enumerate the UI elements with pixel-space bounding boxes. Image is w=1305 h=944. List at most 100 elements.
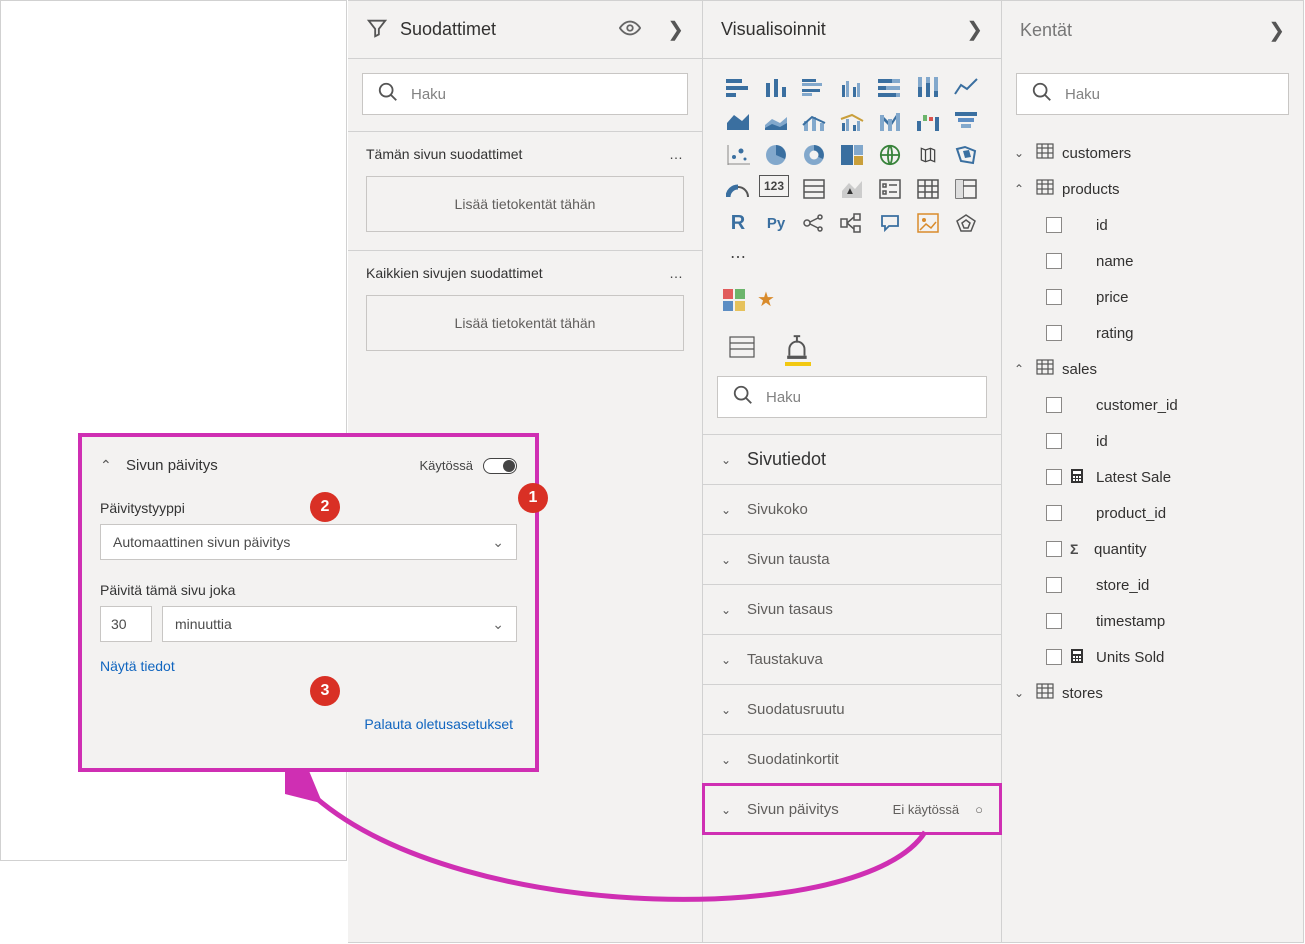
section-page-alignment[interactable]: ⌄ Sivun tasaus bbox=[703, 584, 1001, 634]
viz-stacked-column-icon[interactable] bbox=[759, 73, 793, 101]
field-sales-product-id[interactable]: product_id bbox=[1008, 495, 1303, 531]
checkbox[interactable] bbox=[1046, 397, 1062, 413]
field-products-id[interactable]: id bbox=[1008, 207, 1303, 243]
viz-filled-map-icon[interactable] bbox=[911, 141, 945, 169]
annotation-badge-3: 3 bbox=[310, 676, 340, 706]
format-search-input[interactable]: Haku bbox=[717, 376, 987, 418]
viz-line-icon[interactable] bbox=[949, 73, 983, 101]
collapse-filters-icon[interactable]: ❯ bbox=[667, 17, 684, 42]
viz-shape-map-icon[interactable] bbox=[949, 141, 983, 169]
visibility-icon[interactable] bbox=[619, 17, 641, 42]
table-sales[interactable]: ⌃ sales bbox=[1008, 351, 1303, 387]
filters-search-input[interactable]: Haku bbox=[362, 73, 688, 115]
field-sales-id[interactable]: id bbox=[1008, 423, 1303, 459]
viz-line-clustered-icon[interactable] bbox=[835, 107, 869, 135]
viz-funnel-icon[interactable] bbox=[949, 107, 983, 135]
checkbox[interactable] bbox=[1046, 505, 1062, 521]
field-products-price[interactable]: price bbox=[1008, 279, 1303, 315]
viz-multi-card-icon[interactable] bbox=[797, 175, 831, 203]
section-page-size[interactable]: ⌄ Sivukoko bbox=[703, 484, 1001, 534]
viz-area-icon[interactable] bbox=[721, 107, 755, 135]
viz-stacked-area-icon[interactable] bbox=[759, 107, 793, 135]
field-products-rating[interactable]: rating bbox=[1008, 315, 1303, 351]
checkbox[interactable] bbox=[1046, 289, 1062, 305]
viz-clustered-column-icon[interactable] bbox=[835, 73, 869, 101]
visualization-picker: 123 ▲ R Py ⋯ bbox=[703, 59, 1001, 281]
checkbox[interactable] bbox=[1046, 433, 1062, 449]
checkbox[interactable] bbox=[1046, 217, 1062, 233]
viz-decomposition-icon[interactable] bbox=[835, 209, 869, 237]
field-sales-customer-id[interactable]: customer_id bbox=[1008, 387, 1303, 423]
checkbox[interactable] bbox=[1046, 649, 1062, 665]
checkbox[interactable] bbox=[1046, 577, 1062, 593]
field-products-name[interactable]: name bbox=[1008, 243, 1303, 279]
viz-python-icon[interactable]: Py bbox=[759, 209, 793, 237]
viz-clustered-bar-icon[interactable] bbox=[797, 73, 831, 101]
page-refresh-toggle[interactable] bbox=[483, 458, 517, 474]
collapse-fields-icon[interactable]: ❯ bbox=[1268, 18, 1285, 43]
marketplace-row: ★ bbox=[703, 281, 1001, 326]
viz-ribbon-icon[interactable] bbox=[873, 107, 907, 135]
section-filter-pane[interactable]: ⌄ Suodatusruutu bbox=[703, 684, 1001, 734]
section-wallpaper[interactable]: ⌄ Taustakuva bbox=[703, 634, 1001, 684]
page-filters-dropzone[interactable]: Lisää tietokentät tähän bbox=[366, 176, 684, 232]
checkbox[interactable] bbox=[1046, 253, 1062, 269]
viz-line-column-icon[interactable] bbox=[797, 107, 831, 135]
viz-100-column-icon[interactable] bbox=[911, 73, 945, 101]
format-tab-icon[interactable] bbox=[783, 332, 813, 362]
field-sales-latest-sale[interactable]: Latest Sale bbox=[1008, 459, 1303, 495]
viz-gauge-icon[interactable] bbox=[721, 175, 755, 203]
viz-scatter-icon[interactable] bbox=[721, 141, 755, 169]
all-pages-filters-dropzone[interactable]: Lisää tietokentät tähän bbox=[366, 295, 684, 351]
refresh-interval-unit-select[interactable]: minuuttia ⌄ bbox=[162, 606, 517, 642]
show-details-link[interactable]: Näytä tiedot bbox=[100, 658, 175, 674]
table-stores[interactable]: ⌄ stores bbox=[1008, 675, 1303, 711]
marketplace-icon[interactable] bbox=[723, 289, 745, 311]
field-sales-store-id[interactable]: store_id bbox=[1008, 567, 1303, 603]
section-page-refresh[interactable]: ⌄ Sivun päivitys Ei käytössä ○ bbox=[703, 784, 1001, 834]
viz-waterfall-icon[interactable] bbox=[911, 107, 945, 135]
all-pages-filters-more-icon[interactable]: … bbox=[669, 265, 684, 281]
viz-donut-icon[interactable] bbox=[797, 141, 831, 169]
viz-map-icon[interactable] bbox=[873, 141, 907, 169]
toggle-off-icon[interactable]: ○ bbox=[975, 802, 983, 817]
viz-narrative-icon[interactable] bbox=[911, 209, 945, 237]
section-filter-cards[interactable]: ⌄ Suodatinkortit bbox=[703, 734, 1001, 784]
field-sales-timestamp[interactable]: timestamp bbox=[1008, 603, 1303, 639]
section-page-background[interactable]: ⌄ Sivun tausta bbox=[703, 534, 1001, 584]
viz-table-icon[interactable] bbox=[911, 175, 945, 203]
viz-more-icon[interactable]: ⋯ bbox=[721, 243, 755, 271]
field-sales-quantity[interactable]: Σquantity bbox=[1008, 531, 1303, 567]
viz-stacked-bar-icon[interactable] bbox=[721, 73, 755, 101]
viz-paginated-icon[interactable] bbox=[949, 209, 983, 237]
viz-qa-icon[interactable] bbox=[873, 209, 907, 237]
chevron-up-icon[interactable]: ⌃ bbox=[100, 457, 116, 474]
fields-search-input[interactable]: Haku bbox=[1016, 73, 1289, 115]
section-page-info[interactable]: ⌄ Sivutiedot bbox=[703, 434, 1001, 484]
table-customers[interactable]: ⌄ customers bbox=[1008, 135, 1303, 171]
viz-card-icon[interactable]: 123 bbox=[759, 175, 789, 197]
checkbox[interactable] bbox=[1046, 541, 1062, 557]
table-products[interactable]: ⌃ products bbox=[1008, 171, 1303, 207]
viz-kpi-icon[interactable]: ▲ bbox=[835, 175, 869, 203]
viz-pie-icon[interactable] bbox=[759, 141, 793, 169]
favorite-star-icon[interactable]: ★ bbox=[757, 287, 775, 312]
viz-slicer-icon[interactable] bbox=[873, 175, 907, 203]
page-filters-more-icon[interactable]: … bbox=[669, 146, 684, 162]
field-sales-units-sold[interactable]: Units Sold bbox=[1008, 639, 1303, 675]
page-filters-title: Tämän sivun suodattimet bbox=[366, 146, 669, 162]
viz-matrix-icon[interactable] bbox=[949, 175, 983, 203]
collapse-visualizations-icon[interactable]: ❯ bbox=[966, 17, 983, 42]
refresh-interval-value-input[interactable]: 30 bbox=[100, 606, 152, 642]
checkbox[interactable] bbox=[1046, 613, 1062, 629]
fields-tab-icon[interactable] bbox=[727, 332, 757, 362]
viz-key-influencers-icon[interactable] bbox=[797, 209, 831, 237]
checkbox[interactable] bbox=[1046, 469, 1062, 485]
viz-r-icon[interactable]: R bbox=[721, 209, 755, 237]
refresh-interval-label: Päivitä tämä sivu joka bbox=[100, 582, 517, 598]
viz-treemap-icon[interactable] bbox=[835, 141, 869, 169]
checkbox[interactable] bbox=[1046, 325, 1062, 341]
refresh-type-select[interactable]: Automaattinen sivun päivitys ⌄ bbox=[100, 524, 517, 560]
viz-100-bar-icon[interactable] bbox=[873, 73, 907, 101]
restore-defaults-link[interactable]: Palauta oletusasetukset bbox=[364, 716, 513, 732]
